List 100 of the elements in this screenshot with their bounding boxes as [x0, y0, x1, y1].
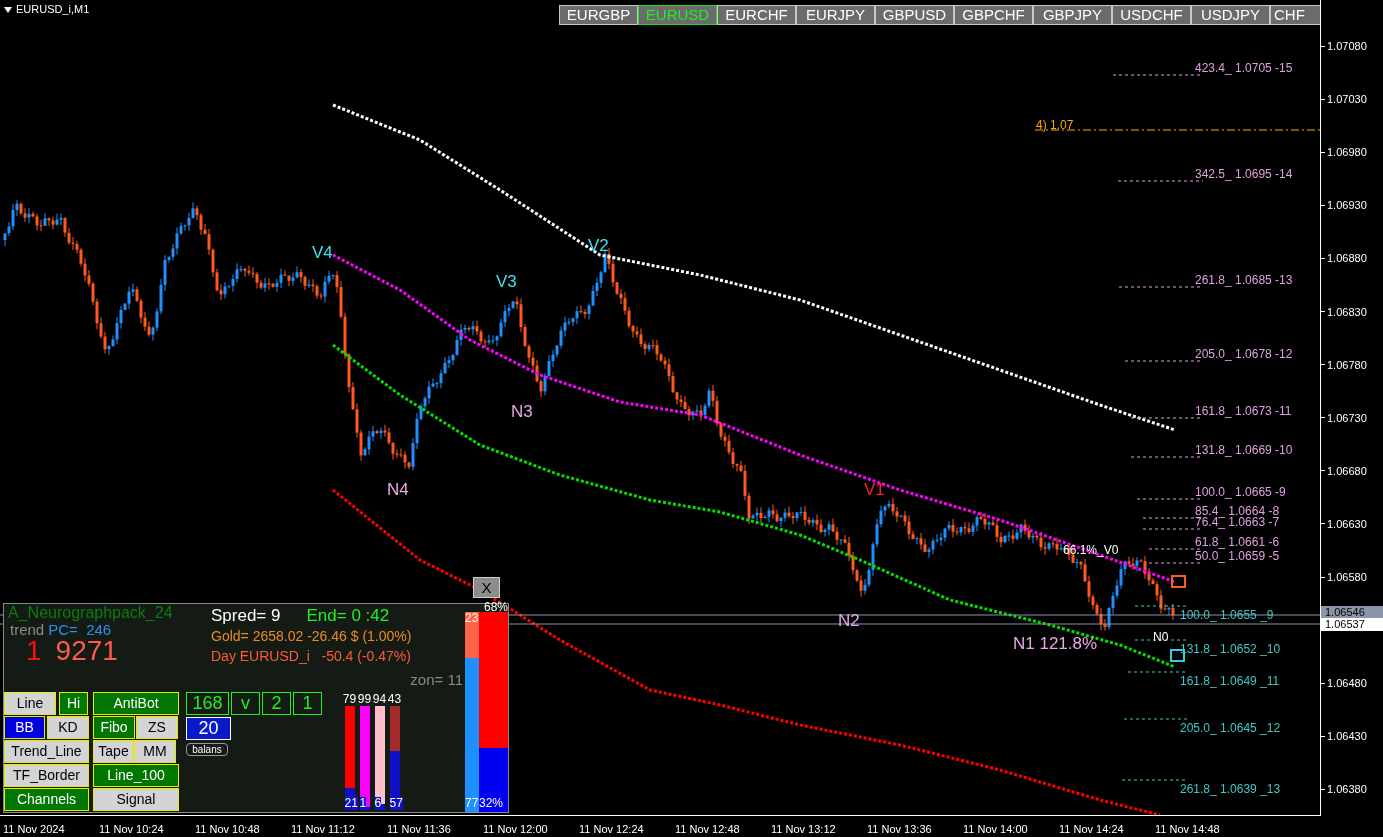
bar-percent-label: 94 — [372, 693, 387, 706]
bar-percent-label: 99 — [357, 693, 372, 706]
time-tick-label: 11 Nov 12:48 — [675, 823, 740, 835]
end-time-value: End= 0 :42 — [306, 605, 390, 626]
fibo-level-label: 161.8_ 1.0673 -11 — [1195, 404, 1292, 418]
toggle-button[interactable]: ZS — [136, 716, 178, 739]
fibo-level-label: 261.8_ 1.0639 _13 — [1180, 782, 1281, 796]
fibo-level-label: 342.5_ 1.0695 -14 — [1195, 167, 1293, 181]
ask-price-label: 1.06546 — [1321, 606, 1383, 618]
price-tick-label: 1.06880 — [1327, 251, 1367, 266]
close-button[interactable]: X — [473, 577, 500, 598]
time-tick-label: 11 Nov 11:12 — [291, 823, 355, 835]
time-tick-label: 11 Nov 13:12 — [771, 823, 836, 835]
symbol-tab[interactable]: USDCHF — [1112, 5, 1191, 25]
fibo-level-label: 100.0_ 1.0655 _9 — [1180, 608, 1274, 622]
toggle-button[interactable]: Hi — [59, 692, 88, 715]
price-tick-label: 1.07030 — [1327, 92, 1367, 107]
bid-price-label: 1.06537 — [1321, 618, 1383, 631]
toggle-button[interactable]: AntiBot — [93, 692, 179, 715]
bar-percent-label: 43 — [387, 693, 402, 706]
wave-label: N4 — [387, 479, 409, 501]
fibo-level-label: 261.8_ 1.0685 -13 — [1195, 273, 1293, 287]
time-tick-label: 11 Nov 2024 — [3, 823, 65, 835]
time-tick-label: 11 Nov 10:24 — [99, 823, 164, 835]
wave-label: V4 — [312, 242, 333, 264]
fibo-level-label: 100.0_ 1.0665 -9 — [1195, 485, 1286, 499]
symbol-tab[interactable]: GBPUSD — [875, 5, 954, 25]
price-tick-label: 1.06980 — [1327, 145, 1367, 160]
time-tick-label: 11 Nov 10:48 — [195, 823, 260, 835]
symbol-tab[interactable]: EURGBP — [559, 5, 638, 25]
fibo-level-label: 76.4_ 1.0663 -7 — [1195, 515, 1280, 529]
bar-percent-label: 21 — [344, 797, 358, 810]
toggle-button[interactable]: Tape — [93, 740, 134, 763]
wave-label: N1 121.8% — [1013, 633, 1098, 655]
symbol-tab[interactable]: CHF — [1270, 5, 1320, 25]
toggle-button[interactable]: Line_100 — [93, 764, 179, 787]
toggle-button[interactable]: KD — [47, 716, 89, 739]
fibo-level-line — [1123, 718, 1189, 720]
fibo-level-line — [1134, 639, 1189, 641]
symbol-tab[interactable]: USDJPY — [1191, 5, 1270, 25]
price-tick-label: 1.06780 — [1327, 357, 1367, 372]
dropdown-triangle-icon[interactable] — [4, 6, 12, 13]
toggle-button[interactable]: Line — [4, 692, 56, 715]
counter-value: 1 — [293, 692, 322, 715]
symbol-tab[interactable]: EURCHF — [717, 5, 796, 25]
fibo-level-label: 61.8_ 1.0661 -6 — [1195, 535, 1280, 549]
bar-percent-label: 6 — [374, 797, 382, 810]
price-tick-label: 1.06830 — [1327, 304, 1367, 319]
trend-label: trend — [10, 622, 45, 638]
zone-value: zon= 11 — [410, 670, 463, 690]
bar-percent-label: 79 — [342, 693, 357, 706]
toggle-button[interactable]: MM — [134, 740, 176, 763]
bar-percent-label: 57 — [389, 797, 403, 810]
toggle-button[interactable]: BB — [4, 716, 45, 739]
bar-percent-label: 68% — [483, 603, 508, 612]
symbol-tab[interactable]: EURJPY — [796, 5, 875, 25]
time-tick-label: 11 Nov 14:48 — [1155, 823, 1220, 835]
fibo-level-label: 85.4_ 1.0664 -8 — [1195, 504, 1280, 518]
balance-label: balans — [186, 743, 228, 756]
price-tick-label: 1.06580 — [1327, 570, 1367, 584]
symbol-tab[interactable]: GBPCHF — [954, 5, 1033, 25]
spread-value: Spred= 9 — [211, 605, 281, 626]
wave-label: V1 — [864, 479, 885, 501]
toggle-button[interactable]: Signal — [93, 788, 179, 811]
wave-label: N3 — [511, 401, 533, 423]
toggle-button[interactable]: Trend_Line — [4, 740, 89, 763]
bar-percent-label: 1 — [359, 797, 367, 810]
close-marker-icon — [1171, 575, 1186, 588]
bar-percent-label: 23 — [465, 612, 479, 625]
price-tick-label: 1.07080 — [1327, 39, 1367, 53]
toggle-button[interactable]: Fibo — [93, 716, 135, 739]
price-tick-label: 1.06430 — [1327, 729, 1367, 744]
price-tick-label: 1.06380 — [1327, 782, 1367, 797]
bar-percent-label: 77 — [465, 797, 479, 810]
signal-value: 9271 — [55, 636, 118, 666]
signal-digit: 1 — [26, 636, 42, 666]
fibo-level-label: 161.8_ 1.0649 _11 — [1180, 674, 1280, 688]
balance-value: 20 — [186, 717, 231, 740]
time-tick-label: 11 Nov 14:00 — [963, 823, 1028, 835]
counter-value: 2 — [262, 692, 291, 715]
chart-title: EURUSD_i,M1 — [16, 3, 90, 16]
fibo-level-label: 131.8_ 1.0669 -10 — [1195, 443, 1293, 457]
pc-value: PC= 246 — [48, 622, 112, 638]
time-tick-label: 11 Nov 12:00 — [483, 823, 548, 835]
commodity-quote-text: Gold= 2658.02 -26.46 $ (1.00%) — [211, 627, 412, 646]
fibo-level-label: 423.4_ 1.0705 -15 — [1195, 61, 1293, 75]
symbol-tab[interactable]: EURUSD — [638, 5, 717, 25]
bar-percent-label: 32% — [479, 797, 504, 810]
price-tick-label: 1.06730 — [1327, 410, 1367, 425]
time-tick-label: 11 Nov 11:36 — [387, 823, 451, 835]
wave-label: N0 — [1153, 629, 1169, 646]
counter-value: 168 — [186, 692, 229, 715]
fibo-level-label: 131.8_ 1.0652 _10 — [1180, 642, 1281, 656]
wave-label: V3 — [496, 271, 517, 293]
day-change-text: Day EURUSD_i -50.4 (-0.47%) — [211, 647, 412, 666]
symbol-tab[interactable]: GBPJPY — [1033, 5, 1112, 25]
panel-title: A_Neurographpack_24 — [8, 604, 174, 622]
price-tick-label: 1.06480 — [1327, 676, 1367, 691]
toggle-button[interactable]: TF_Border — [4, 764, 89, 787]
toggle-button[interactable]: Channels — [4, 788, 89, 811]
